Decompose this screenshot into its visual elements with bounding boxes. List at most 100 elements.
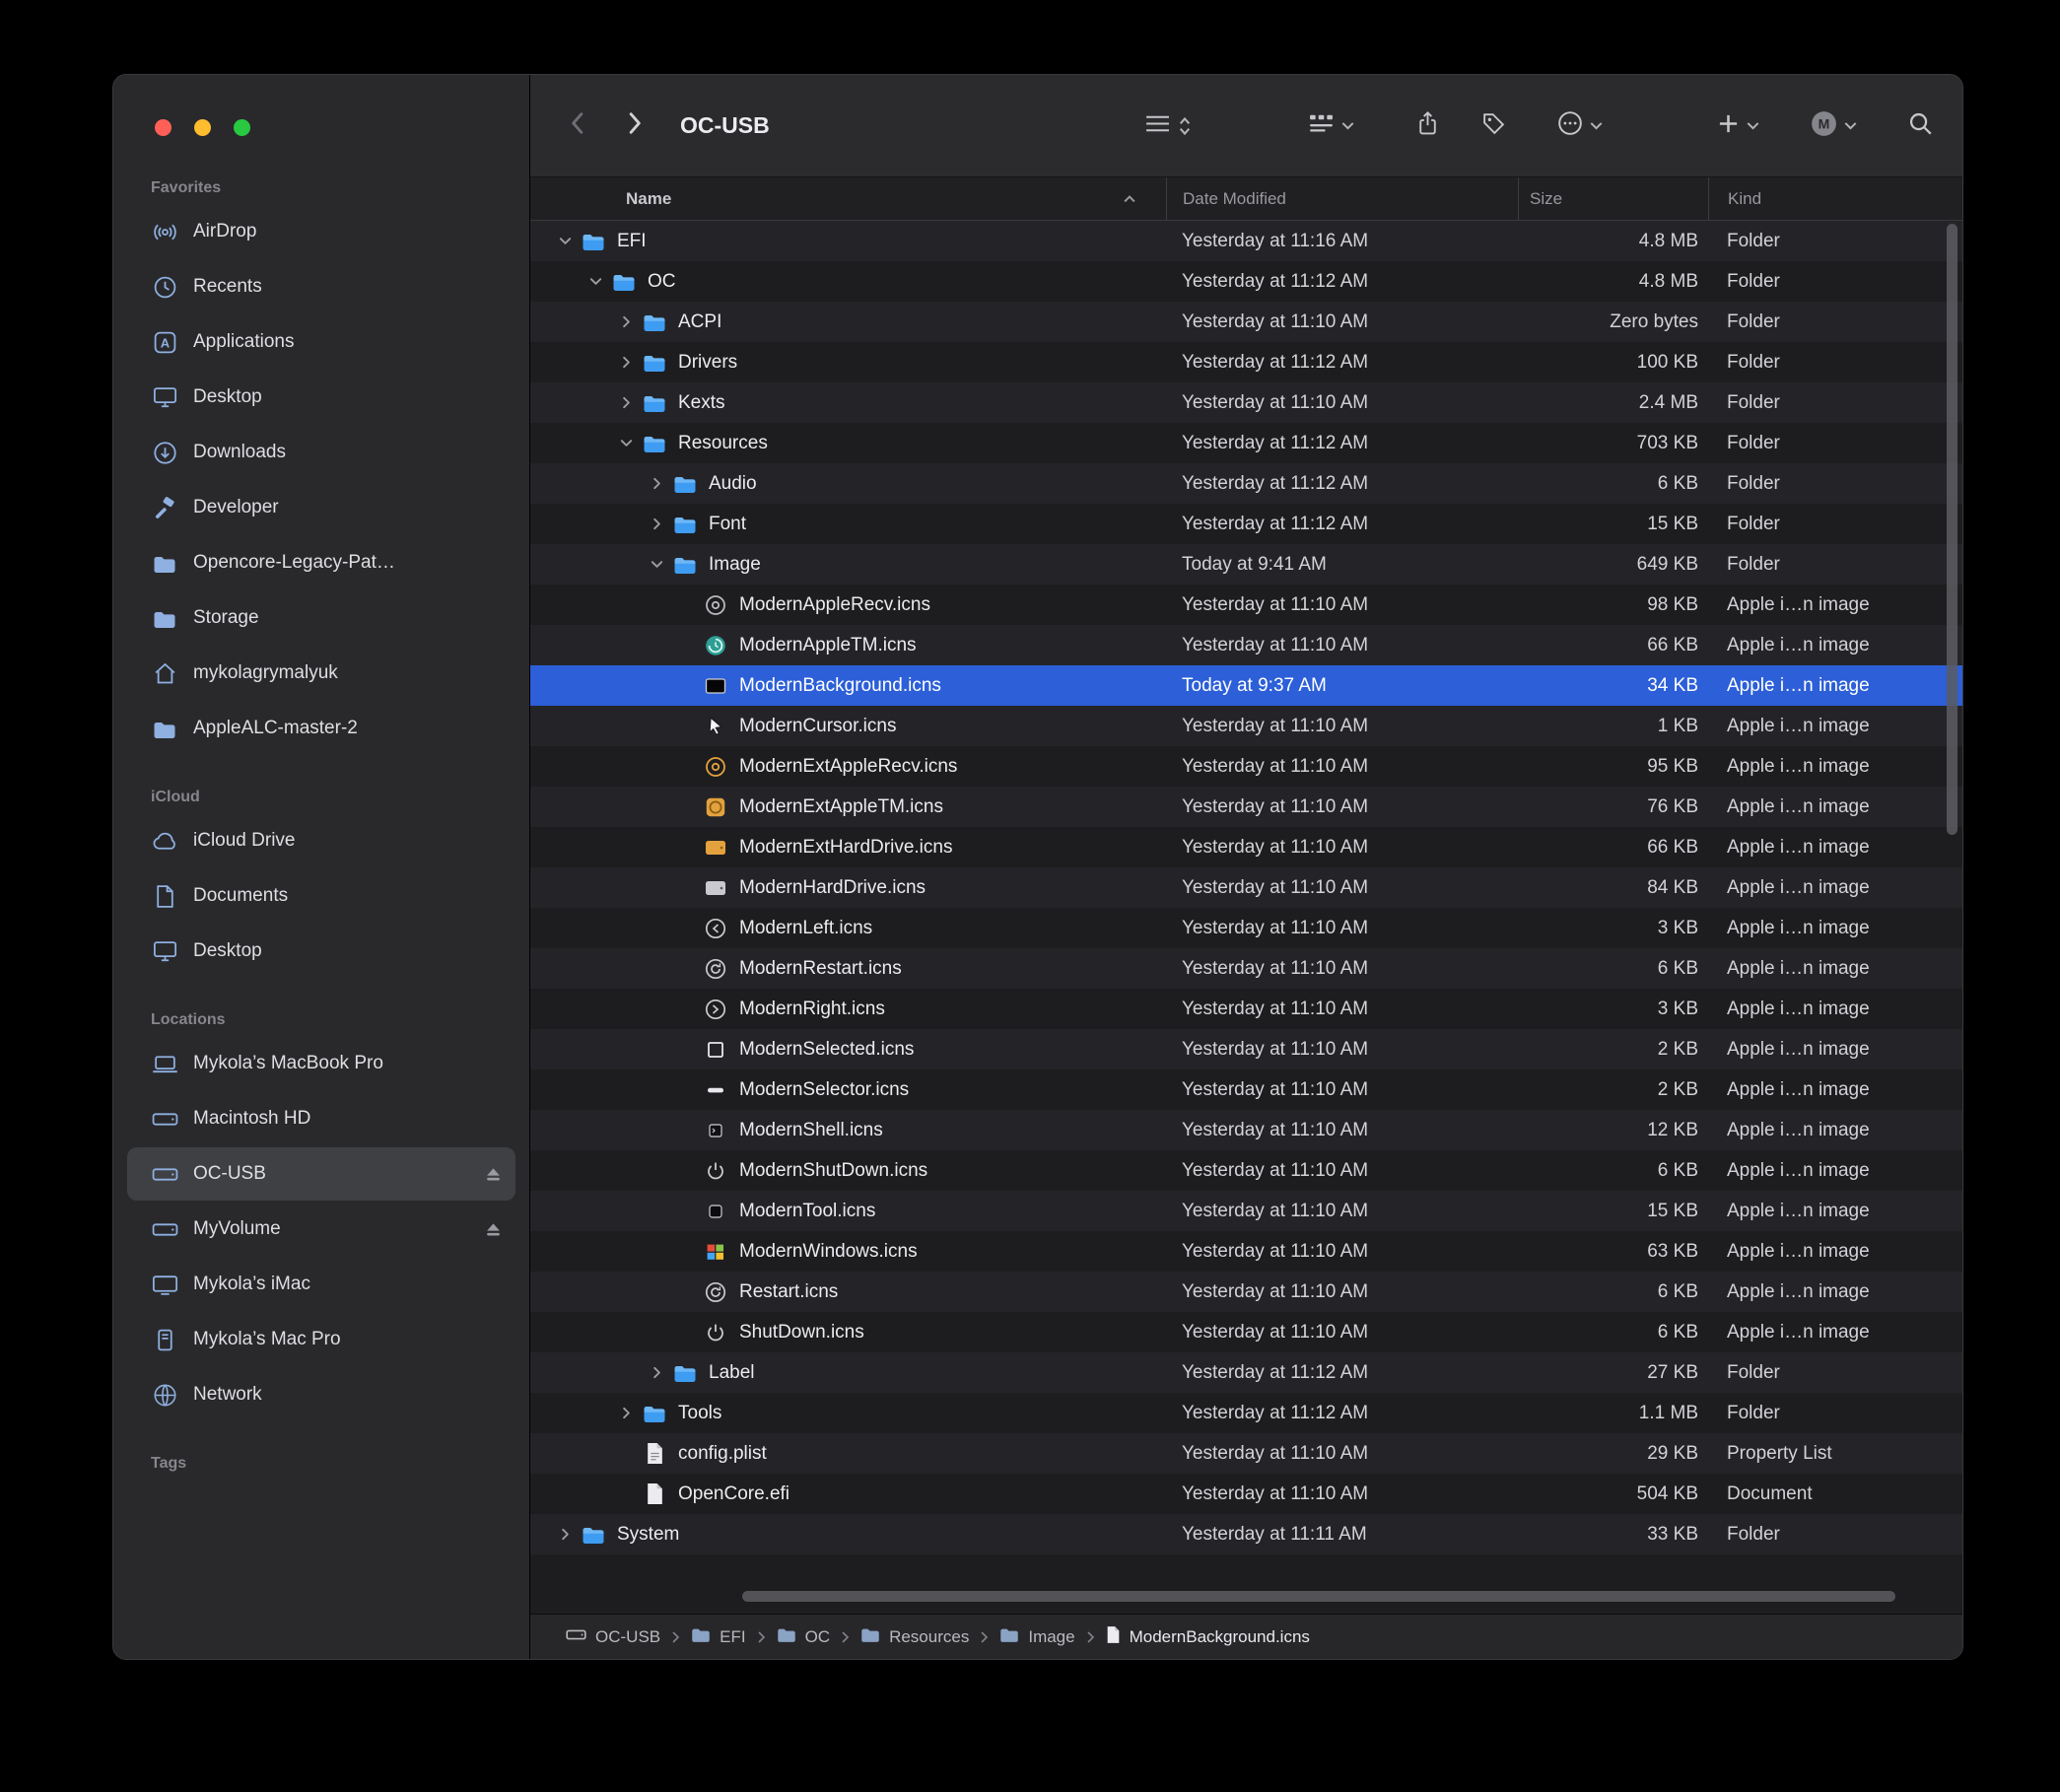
file-row-modernextappletm-icns[interactable]: ModernExtAppleTM.icnsYesterday at 11:10 … (530, 787, 1962, 827)
file-row-moderntool-icns[interactable]: ModernTool.icnsYesterday at 11:10 AM15 K… (530, 1191, 1962, 1231)
horizontal-scrollbar[interactable] (742, 1591, 1895, 1602)
forward-button[interactable] (628, 111, 643, 140)
file-row-modernbackground-icns[interactable]: ModernBackground.icnsToday at 9:37 AM34 … (530, 665, 1962, 706)
disclosure-triangle[interactable] (581, 274, 610, 289)
file-name: EFI (617, 231, 647, 252)
search-button[interactable] (1908, 111, 1933, 141)
disclosure-triangle[interactable] (642, 557, 671, 572)
sidebar-item-downloads[interactable]: Downloads (127, 426, 515, 479)
chevron-right-icon (628, 111, 643, 140)
display-icon (149, 1275, 180, 1295)
file-row-modernright-icns[interactable]: ModernRight.icnsYesterday at 11:10 AM3 K… (530, 989, 1962, 1029)
sidebar-item-desktop[interactable]: Desktop (127, 925, 515, 978)
file-row-modernrestart-icns[interactable]: ModernRestart.icnsYesterday at 11:10 AM6… (530, 948, 1962, 989)
sidebar-item-mykolagrymalyuk[interactable]: mykolagrymalyuk (127, 647, 515, 700)
sidebar-item-macintosh-hd[interactable]: Macintosh HD (127, 1092, 515, 1145)
file-row-modernshutdown-icns[interactable]: ModernShutDown.icnsYesterday at 11:10 AM… (530, 1150, 1962, 1191)
account-button[interactable]: M (1811, 110, 1857, 142)
path-item-oc[interactable]: OC (777, 1626, 831, 1647)
sidebar-item-network[interactable]: Network (127, 1368, 515, 1421)
file-row-opencore-efi[interactable]: OpenCore.efiYesterday at 11:10 AM504 KBD… (530, 1474, 1962, 1514)
eject-icon[interactable] (485, 1167, 502, 1182)
view-options-button[interactable] (1144, 113, 1192, 139)
tags-button[interactable] (1481, 111, 1506, 141)
file-row-system[interactable]: SystemYesterday at 11:11 AM33 KBFolder (530, 1514, 1962, 1554)
file-row-label[interactable]: LabelYesterday at 11:12 AM27 KBFolder (530, 1352, 1962, 1393)
file-row-modernselected-icns[interactable]: ModernSelected.icnsYesterday at 11:10 AM… (530, 1029, 1962, 1069)
file-row-restart-icns[interactable]: Restart.icnsYesterday at 11:10 AM6 KBApp… (530, 1272, 1962, 1312)
sidebar-item-developer[interactable]: Developer (127, 481, 515, 534)
sidebar-item-applications[interactable]: AApplications (127, 315, 515, 369)
file-row-audio[interactable]: AudioYesterday at 11:12 AM6 KBFolder (530, 463, 1962, 504)
column-header-kind[interactable]: Kind (1708, 177, 1962, 220)
sidebar-item-oc-usb[interactable]: OC-USB (127, 1147, 515, 1201)
file-row-efi[interactable]: EFIYesterday at 11:16 AM4.8 MBFolder (530, 221, 1962, 261)
minimize-button[interactable] (194, 119, 211, 136)
sidebar-item-airdrop[interactable]: AirDrop (127, 205, 515, 258)
file-row-modernshell-icns[interactable]: ModernShell.icnsYesterday at 11:10 AM12 … (530, 1110, 1962, 1150)
file-row-oc[interactable]: OCYesterday at 11:12 AM4.8 MBFolder (530, 261, 1962, 302)
file-row-modernleft-icns[interactable]: ModernLeft.icnsYesterday at 11:10 AM3 KB… (530, 908, 1962, 948)
sidebar-item-desktop[interactable]: Desktop (127, 371, 515, 424)
sidebar-item-myvolume[interactable]: MyVolume (127, 1203, 515, 1256)
column-header-name[interactable]: Name (530, 177, 1166, 220)
date-modified-cell: Yesterday at 11:10 AM (1166, 1231, 1518, 1272)
sidebar-item-storage[interactable]: Storage (127, 591, 515, 645)
path-item-modernbackground-icns[interactable]: ModernBackground.icns (1106, 1625, 1310, 1649)
group-button[interactable] (1308, 112, 1354, 139)
file-row-shutdown-icns[interactable]: ShutDown.icnsYesterday at 11:10 AM6 KBAp… (530, 1312, 1962, 1352)
sidebar-item-icloud-drive[interactable]: iCloud Drive (127, 814, 515, 867)
file-name: ModernSelector.icns (739, 1079, 909, 1101)
file-row-modernselector-icns[interactable]: ModernSelector.icnsYesterday at 11:10 AM… (530, 1069, 1962, 1110)
share-button[interactable] (1417, 110, 1438, 141)
file-row-modernappletm-icns[interactable]: ModernAppleTM.icnsYesterday at 11:10 AM6… (530, 625, 1962, 665)
sidebar-item-mykola-s-imac[interactable]: Mykola’s iMac (127, 1258, 515, 1311)
file-row-drivers[interactable]: DriversYesterday at 11:12 AM100 KBFolder (530, 342, 1962, 382)
path-item-resources[interactable]: Resources (860, 1626, 969, 1647)
file-row-resources[interactable]: ResourcesYesterday at 11:12 AM703 KBFold… (530, 423, 1962, 463)
disclosure-triangle[interactable] (642, 476, 671, 491)
file-row-modernextapplerecv-icns[interactable]: ModernExtAppleRecv.icnsYesterday at 11:1… (530, 746, 1962, 787)
file-row-modernapplerecv-icns[interactable]: ModernAppleRecv.icnsYesterday at 11:10 A… (530, 585, 1962, 625)
vertical-scrollbar[interactable] (1947, 224, 1957, 835)
file-row-acpi[interactable]: ACPIYesterday at 11:10 AMZero bytesFolde… (530, 302, 1962, 342)
close-button[interactable] (155, 119, 172, 136)
disclosure-triangle[interactable] (550, 234, 580, 248)
column-header-date-modified[interactable]: Date Modified (1166, 177, 1518, 220)
sidebar-item-documents[interactable]: Documents (127, 869, 515, 923)
file-row-modernharddrive-icns[interactable]: ModernHardDrive.icnsYesterday at 11:10 A… (530, 867, 1962, 908)
disclosure-triangle[interactable] (642, 517, 671, 531)
folder-icon (641, 434, 668, 452)
size-cell: 2 KB (1518, 1029, 1708, 1069)
file-row-kexts[interactable]: KextsYesterday at 11:10 AM2.4 MBFolder (530, 382, 1962, 423)
back-button[interactable] (570, 111, 584, 140)
disclosure-triangle[interactable] (611, 395, 641, 410)
column-header-size[interactable]: Size (1518, 177, 1708, 220)
file-row-moderncursor-icns[interactable]: ModernCursor.icnsYesterday at 11:10 AM1 … (530, 706, 1962, 746)
sidebar-item-recents[interactable]: Recents (127, 260, 515, 313)
disclosure-triangle[interactable] (611, 1406, 641, 1420)
file-row-image[interactable]: ImageToday at 9:41 AM649 KBFolder (530, 544, 1962, 585)
file-row-modernwindows-icns[interactable]: ModernWindows.icnsYesterday at 11:10 AM6… (530, 1231, 1962, 1272)
new-item-button[interactable] (1717, 112, 1759, 140)
disclosure-triangle[interactable] (611, 314, 641, 329)
name-cell: ModernRight.icns (530, 989, 1166, 1029)
file-row-tools[interactable]: ToolsYesterday at 11:12 AM1.1 MBFolder (530, 1393, 1962, 1433)
disclosure-triangle[interactable] (642, 1365, 671, 1380)
disclosure-triangle[interactable] (611, 436, 641, 450)
sidebar-item-mykola-s-macbook-pro[interactable]: Mykola’s MacBook Pro (127, 1037, 515, 1090)
sidebar-item-mykola-s-mac-pro[interactable]: Mykola’s Mac Pro (127, 1313, 515, 1366)
disclosure-triangle[interactable] (611, 355, 641, 370)
zoom-button[interactable] (234, 119, 250, 136)
file-row-font[interactable]: FontYesterday at 11:12 AM15 KBFolder (530, 504, 1962, 544)
path-item-oc-usb[interactable]: OC-USB (566, 1626, 660, 1648)
file-row-modernextharddrive-icns[interactable]: ModernExtHardDrive.icnsYesterday at 11:1… (530, 827, 1962, 867)
path-item-image[interactable]: Image (999, 1626, 1074, 1647)
eject-icon[interactable] (485, 1222, 502, 1237)
path-item-efi[interactable]: EFI (691, 1626, 745, 1647)
more-options-button[interactable] (1557, 110, 1603, 141)
sidebar-item-applealc-master-2[interactable]: AppleALC-master-2 (127, 702, 515, 755)
file-row-config-plist[interactable]: config.plistYesterday at 11:10 AM29 KBPr… (530, 1433, 1962, 1474)
disclosure-triangle[interactable] (550, 1527, 580, 1542)
sidebar-item-opencore-legacy-pat[interactable]: Opencore-Legacy-Pat… (127, 536, 515, 589)
